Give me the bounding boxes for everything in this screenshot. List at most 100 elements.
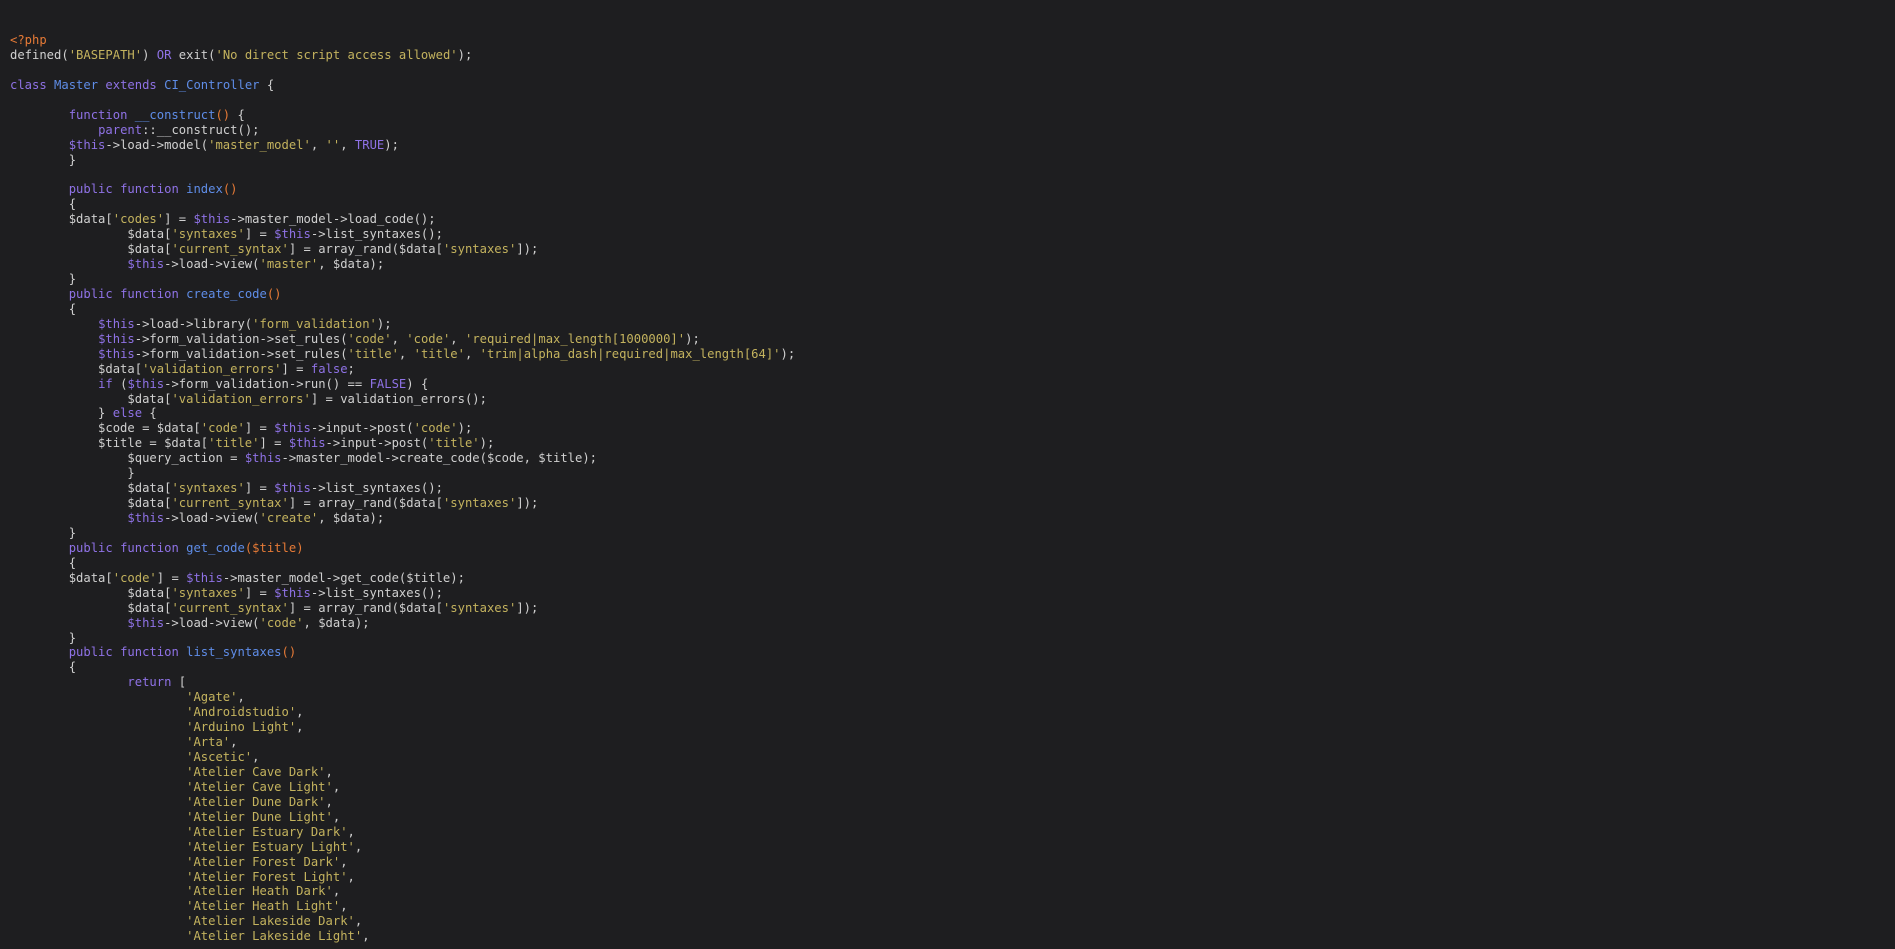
code-line: return [ (10, 675, 795, 690)
code-line: $this->load->library('form_validation'); (10, 317, 795, 332)
code-token: } (10, 272, 77, 286)
code-token: , (310, 137, 326, 152)
code-token: , (354, 839, 363, 854)
code-token: function (68, 107, 128, 122)
code-token: } (10, 406, 113, 421)
code-token: , (296, 705, 304, 720)
code-token: return (127, 675, 172, 690)
code-token: 'syntaxes' (442, 600, 517, 615)
code-token: , $data); (303, 615, 370, 630)
code-token: ); (457, 47, 473, 62)
code-line: public function index() (10, 182, 795, 197)
code-line: { (10, 660, 795, 675)
code-token: , (464, 346, 480, 361)
code-token: () (281, 645, 297, 660)
code-token: function (120, 286, 179, 301)
code-token: 'BASEPATH' (68, 47, 143, 62)
code-token: , (325, 794, 333, 809)
code-token: ); (384, 137, 399, 152)
code-token: $data[ (10, 585, 172, 600)
code-token: () (266, 286, 282, 301)
code-token: ] = (244, 227, 275, 242)
code-token: ->form_validation->set_rules( (134, 346, 348, 361)
code-line: 'Arta', (10, 735, 795, 750)
code-token: ->form_validation->run() == (164, 376, 370, 391)
code-token: defined( (10, 47, 69, 62)
code-line: $code = $data['code'] = $this->input->po… (10, 421, 795, 436)
code-line: $data['validation_errors'] = validation_… (10, 392, 795, 407)
code-token: } (10, 152, 77, 167)
code-line: 'Atelier Estuary Dark', (10, 825, 795, 840)
code-token: , (332, 779, 341, 794)
code-token: ]); (516, 600, 539, 615)
code-token: { (10, 660, 77, 675)
code-token: 'Atelier Cave Dark' (186, 764, 326, 779)
code-token: ->load->view( (164, 511, 260, 525)
code-token: $this (274, 421, 311, 436)
code-view[interactable]: <?php defined('BASEPATH') OR exit('No dir… (0, 0, 1895, 949)
code-line: if ($this->form_validation->run() == FAL… (10, 377, 795, 392)
code-token: , $data); (318, 257, 385, 272)
code-token: 'code' (112, 570, 157, 585)
code-token: 'form_validation' (252, 316, 377, 331)
code-token: ] = (164, 212, 194, 227)
code-line: $query_action = $this->master_model->cre… (10, 451, 795, 466)
code-token: 'code' (200, 421, 245, 436)
code-token: 'current_syntax' (171, 496, 289, 511)
code-line: $this->load->view('master', $data); (10, 257, 795, 272)
code-token: '' (325, 137, 341, 152)
code-token: 'Atelier Heath Dark' (186, 884, 333, 899)
code-token: { (10, 555, 77, 570)
code-token: 'current_syntax' (171, 242, 289, 257)
code-token: function (120, 540, 179, 555)
code-token: ->master_model->create_code($code, $titl… (281, 451, 598, 466)
code-token: 'Atelier Cave Light' (186, 779, 333, 794)
code-token: $data[ (10, 391, 172, 406)
code-line: public function get_code($title) (10, 541, 795, 556)
code-token: $title = $data[ (10, 436, 209, 451)
code-token: ($title) (244, 540, 304, 555)
code-token: , (347, 869, 355, 884)
code-token: ]); (516, 496, 539, 511)
code-token: 'Agate' (186, 690, 238, 705)
code-token: $code = $data[ (10, 421, 201, 436)
code-token: 'validation_errors' (171, 391, 311, 406)
code-token: , (347, 824, 355, 839)
code-token: class (10, 77, 47, 92)
code-token: $data[ (10, 242, 172, 257)
code-token: $data[ (10, 212, 113, 227)
code-token: 'Atelier Dune Dark' (186, 794, 326, 809)
code-token: public (68, 182, 113, 197)
code-token: extends (105, 77, 157, 92)
code-line: } (10, 272, 795, 287)
code-token: $this (274, 585, 311, 600)
code-token: ); (479, 436, 495, 451)
code-token: } (10, 466, 135, 481)
code-line: $data['current_syntax'] = array_rand($da… (10, 242, 795, 257)
code-token: 'Atelier Lakeside Dark' (186, 914, 355, 929)
code-token: ]); (516, 242, 539, 257)
code-token: ] = (244, 585, 275, 600)
code-line: $data['validation_errors'] = false; (10, 362, 795, 377)
code-token: OR (156, 47, 172, 62)
code-line: parent::__construct(); (10, 123, 795, 138)
code-line: 'Atelier Heath Dark', (10, 884, 795, 899)
code-token: 'syntaxes' (171, 481, 245, 496)
code-token: $data[ (10, 361, 143, 376)
php-source-code[interactable]: <?php defined('BASEPATH') OR exit('No dir… (10, 33, 795, 944)
code-token: ] = (244, 421, 275, 436)
code-line: public function create_code() (10, 287, 795, 302)
